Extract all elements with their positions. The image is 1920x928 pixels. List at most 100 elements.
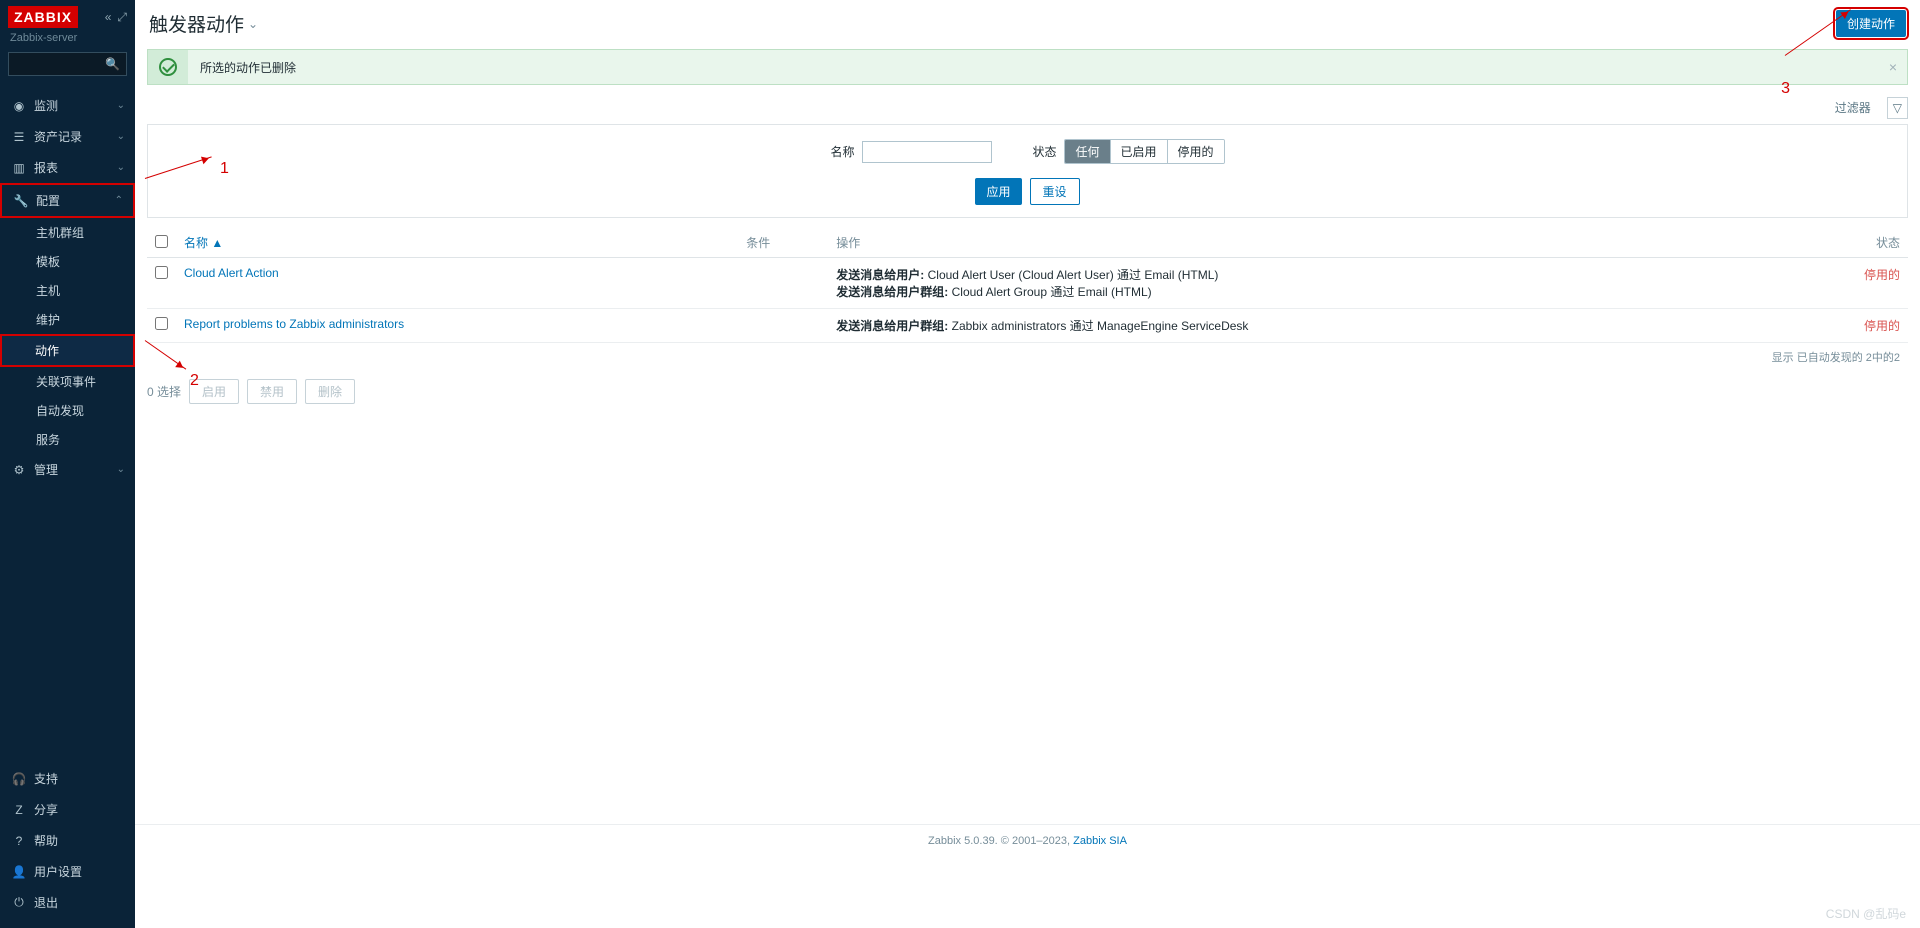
filter-panel: 名称 状态 任何 已启用 停用的 应用 重设 xyxy=(147,124,1908,218)
row-checkbox[interactable] xyxy=(155,317,168,330)
chart-icon: ▥ xyxy=(10,161,28,175)
user-icon: 👤 xyxy=(10,865,28,879)
nav-share-label: 分享 xyxy=(34,801,58,818)
chevron-down-icon: ⌄ xyxy=(117,162,125,173)
search-icon[interactable]: 🔍 xyxy=(105,57,120,71)
nav-inventory[interactable]: ☰ 资产记录 ⌄ xyxy=(0,121,135,152)
action-name-link[interactable]: Cloud Alert Action xyxy=(184,266,279,280)
filter-status-any[interactable]: 任何 xyxy=(1065,140,1110,163)
success-text: 所选的动作已删除 xyxy=(188,59,296,76)
filter-apply-button[interactable]: 应用 xyxy=(975,178,1021,205)
row-operations: 发送消息给用户群组: Zabbix administrators 通过 Mana… xyxy=(828,309,1848,343)
nav-help-label: 帮助 xyxy=(34,832,58,849)
page-title: 触发器动作 xyxy=(149,10,244,37)
footer: Zabbix 5.0.39. © 2001–2023, Zabbix SIA xyxy=(135,824,1920,857)
selected-count: 0 选择 xyxy=(147,383,181,400)
nav-config-label: 配置 xyxy=(36,192,60,209)
filter-toggle[interactable]: 过滤器 xyxy=(1827,95,1879,120)
bulk-enable-button[interactable]: 启用 xyxy=(189,379,239,404)
close-message-icon[interactable]: × xyxy=(1889,59,1897,75)
main-content: 触发器动作 ⌄ 创建动作 所选的动作已删除 × 过滤器 ▽ 名称 状态 任何 已… xyxy=(135,0,1920,928)
nav-menu: ◉ 监测 ⌄ ☰ 资产记录 ⌄ ▥ 报表 ⌄ 🔧 配置 ⌃ 主机群组 模板 主机… xyxy=(0,90,135,763)
eye-icon: ◉ xyxy=(10,99,28,113)
actions-table: 名称 ▲ 条件 操作 状态 Cloud Alert Action 发送消息给用户… xyxy=(147,228,1908,343)
bulk-actions: 0 选择 启用 禁用 删除 xyxy=(147,379,1908,404)
success-icon xyxy=(148,50,188,84)
op-bold: 发送消息给用户群组: xyxy=(836,319,948,333)
headset-icon: 🎧 xyxy=(10,772,28,786)
nav-logout[interactable]: ⏻退出 xyxy=(0,887,135,918)
search-box[interactable]: 🔍 xyxy=(8,52,127,76)
footer-link[interactable]: Zabbix SIA xyxy=(1073,835,1127,847)
nav-usersettings[interactable]: 👤 用户设置 xyxy=(0,856,135,887)
collapse-icon[interactable]: « xyxy=(105,10,112,25)
nav-admin-label: 管理 xyxy=(34,461,58,478)
create-action-button[interactable]: 创建动作 xyxy=(1836,10,1906,37)
table-row: Cloud Alert Action 发送消息给用户: Cloud Alert … xyxy=(147,258,1908,309)
wrench-icon: 🔧 xyxy=(12,194,30,208)
nav-sub-services[interactable]: 服务 xyxy=(0,425,135,454)
nav-sub-actions[interactable]: 动作 xyxy=(0,334,135,367)
nav-userset-label: 用户设置 xyxy=(34,863,82,880)
nav-inventory-label: 资产记录 xyxy=(34,128,82,145)
nav-config[interactable]: 🔧 配置 ⌃ xyxy=(0,183,135,218)
nav-sub-hostgroups[interactable]: 主机群组 xyxy=(0,218,135,247)
filter-reset-button[interactable]: 重设 xyxy=(1030,178,1080,205)
chevron-up-icon: ⌃ xyxy=(115,195,123,206)
table-row: Report problems to Zabbix administrators… xyxy=(147,309,1908,343)
success-message: 所选的动作已删除 × xyxy=(147,49,1908,85)
sidebar: ZABBIX « ⤢ Zabbix-server 🔍 ◉ 监测 ⌄ ☰ 资产记录… xyxy=(0,0,135,928)
sort-asc-icon: ▲ xyxy=(211,236,223,250)
nav-monitor-label: 监测 xyxy=(34,97,58,114)
nav-sub-maintenance[interactable]: 维护 xyxy=(0,305,135,334)
expand-icon[interactable]: ⤢ xyxy=(117,10,127,25)
filter-name-label: 名称 xyxy=(830,143,854,160)
filter-status-label: 状态 xyxy=(1032,143,1056,160)
row-checkbox[interactable] xyxy=(155,266,168,279)
nav-share[interactable]: Z 分享 xyxy=(0,794,135,825)
op-bold: 发送消息给用户: xyxy=(836,268,924,282)
title-dropdown-icon[interactable]: ⌄ xyxy=(248,17,258,31)
nav-monitor[interactable]: ◉ 监测 ⌄ xyxy=(0,90,135,121)
op-text: Zabbix administrators 通过 ManageEngine Se… xyxy=(948,319,1248,333)
col-status: 状态 xyxy=(1848,228,1908,258)
nav-reports[interactable]: ▥ 报表 ⌄ xyxy=(0,152,135,183)
bulk-disable-button[interactable]: 禁用 xyxy=(247,379,297,404)
filter-status-enabled[interactable]: 已启用 xyxy=(1111,140,1168,163)
table-footer: 显示 已自动发现的 2中的2 xyxy=(135,343,1920,371)
nav-sub-discovery[interactable]: 自动发现 xyxy=(0,396,135,425)
row-conditions xyxy=(738,309,828,343)
watermark: CSDN @乱码e xyxy=(1826,905,1906,922)
status-link[interactable]: 停用的 xyxy=(1864,268,1900,282)
nav-logout-label: 退出 xyxy=(34,894,58,911)
filter-status-group: 任何 已启用 停用的 xyxy=(1064,139,1224,164)
select-all-checkbox[interactable] xyxy=(155,235,168,248)
op-text: Cloud Alert User (Cloud Alert User) 通过 E… xyxy=(924,268,1218,282)
nav-sub-templates[interactable]: 模板 xyxy=(0,247,135,276)
filter-name-input[interactable] xyxy=(862,141,992,163)
nav-reports-label: 报表 xyxy=(34,159,58,176)
col-operations: 操作 xyxy=(828,228,1848,258)
help-icon: ? xyxy=(10,834,28,848)
row-conditions xyxy=(738,258,828,309)
filter-status-disabled[interactable]: 停用的 xyxy=(1168,140,1224,163)
nav-admin[interactable]: ⚙ 管理 ⌄ xyxy=(0,454,135,485)
row-operations: 发送消息给用户: Cloud Alert User (Cloud Alert U… xyxy=(828,258,1848,309)
search-input[interactable] xyxy=(15,58,105,70)
nav-support[interactable]: 🎧支持 xyxy=(0,763,135,794)
action-name-link[interactable]: Report problems to Zabbix administrators xyxy=(184,317,404,331)
server-name: Zabbix-server xyxy=(10,32,127,44)
logo[interactable]: ZABBIX xyxy=(8,6,78,28)
status-link[interactable]: 停用的 xyxy=(1864,319,1900,333)
col-name[interactable]: 名称 xyxy=(184,236,208,250)
nav-help[interactable]: ? 帮助 xyxy=(0,825,135,856)
op-bold: 发送消息给用户群组: xyxy=(836,285,948,299)
nav-sub-hosts[interactable]: 主机 xyxy=(0,276,135,305)
chevron-down-icon: ⌄ xyxy=(117,100,125,111)
nav-sub-correlation[interactable]: 关联项事件 xyxy=(0,367,135,396)
filter-funnel-icon[interactable]: ▽ xyxy=(1887,97,1908,119)
col-conditions: 条件 xyxy=(738,228,828,258)
bulk-delete-button[interactable]: 删除 xyxy=(305,379,355,404)
share-icon: Z xyxy=(10,803,28,817)
chevron-down-icon: ⌄ xyxy=(117,131,125,142)
